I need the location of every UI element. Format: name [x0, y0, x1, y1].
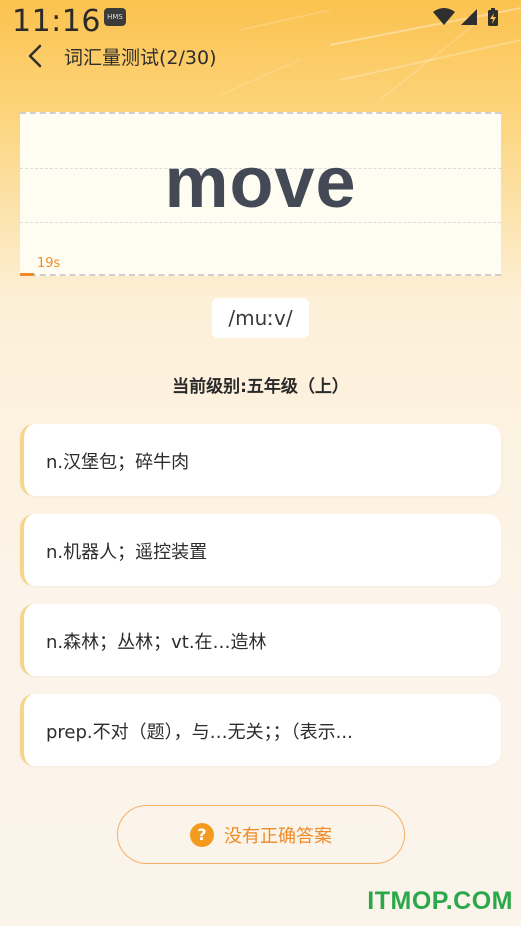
page-title: 词汇量测试(2/30) — [64, 47, 217, 69]
answer-option-text: prep.不对（题），与…无关；；（表示... — [46, 722, 353, 743]
phonetic-label: /muːv/ — [212, 298, 309, 338]
battery-icon — [488, 8, 498, 26]
answer-option-4[interactable]: prep.不对（题），与…无关；；（表示... — [20, 694, 501, 766]
wifi-icon — [433, 8, 455, 25]
hms-badge: HMS — [104, 8, 126, 26]
chevron-left-icon — [28, 44, 42, 68]
no-correct-answer-label: 没有正确答案 — [224, 825, 332, 847]
top-bar: 词汇量测试(2/30) — [0, 38, 521, 74]
answer-option-3[interactable]: n.森林；丛林；vt.在…造林 — [20, 604, 501, 676]
status-bar: 11:16 HMS — [0, 0, 521, 40]
signal-icon — [461, 9, 477, 25]
status-time: 11:16 — [12, 4, 101, 39]
answer-option-text: n.森林；丛林；vt.在…造林 — [46, 632, 267, 653]
timer-progress-bar — [20, 273, 501, 276]
answer-option-2[interactable]: n.机器人；遥控装置 — [20, 514, 501, 586]
back-button[interactable] — [22, 40, 52, 72]
watermark: ITMOP.COM — [367, 887, 513, 915]
answer-option-text: n.机器人；遥控装置 — [46, 542, 208, 563]
no-correct-answer-button[interactable]: ? 没有正确答案 — [117, 805, 405, 864]
answer-option-text: n.汉堡包；碎牛肉 — [46, 452, 190, 473]
question-icon: ? — [190, 822, 214, 847]
word-text: move — [164, 143, 357, 223]
word-card: move 19s — [20, 112, 501, 276]
timer-label: 19s — [37, 256, 61, 271]
answer-option-1[interactable]: n.汉堡包；碎牛肉 — [20, 424, 501, 496]
status-icons — [433, 8, 498, 26]
timer-progress-fill — [20, 273, 35, 276]
current-level: 当前级别:五年级（上） — [172, 377, 349, 397]
